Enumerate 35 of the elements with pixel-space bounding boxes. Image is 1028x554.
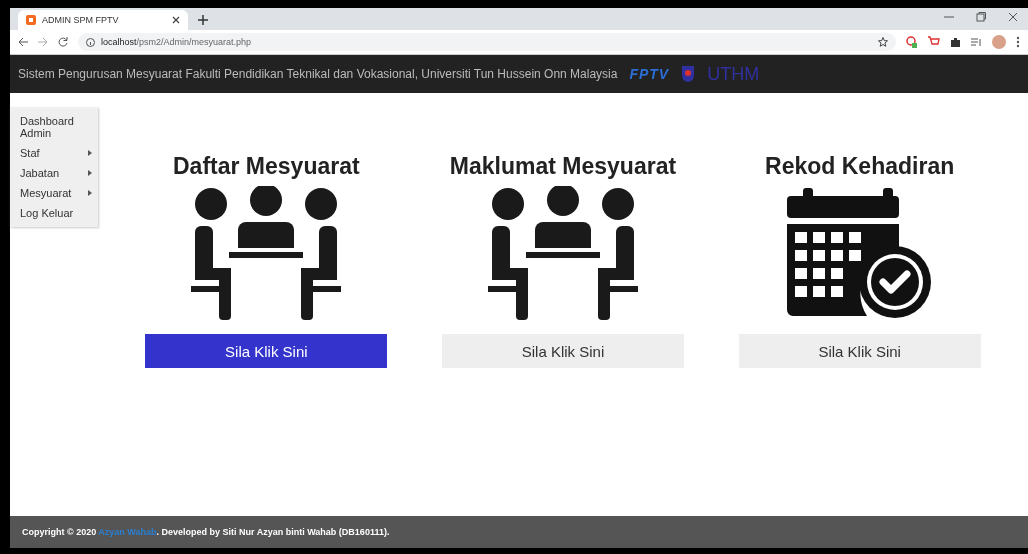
app-icon [26,15,36,25]
click-here-button[interactable]: Sila Klik Sini [738,334,981,368]
info-icon [86,37,95,47]
close-icon[interactable] [1008,12,1018,22]
sidebar-item[interactable]: Mesyuarat [10,183,98,203]
crest-icon [681,65,696,83]
plus-icon[interactable] [198,15,208,25]
card-title: Rekod Kehadiran [765,153,955,180]
caret-icon [88,190,92,196]
click-here-button[interactable]: Sila Klik Sini [145,334,388,368]
meeting-people-icon [488,186,638,322]
extension-icon[interactable] [906,36,918,48]
site-title: Sistem Pengurusan Mesyuarat Fakulti Pendidikan Teknikal dan Vokasional, Universiti Tun Hussein Onn Malaysia [18,67,618,81]
card-title: Daftar Mesyuarat [173,153,360,180]
sidebar-item[interactable]: Dashboard Admin [10,111,98,143]
sidebar-item[interactable]: Log Keluar [10,203,98,223]
back-arrow-icon[interactable] [18,37,28,47]
reload-icon[interactable] [58,37,68,47]
sidebar-item[interactable]: Staf [10,143,98,163]
browser-tab[interactable]: ADMIN SPM FPTV [18,10,188,30]
cart-icon[interactable] [928,36,940,48]
restore-icon[interactable] [976,12,986,22]
copyright-text: Copyright © 2020 Azyan Wahab. Developed by Siti Nur Azyan binti Wahab (DB160111). [22,527,390,537]
caret-icon [88,170,92,176]
meeting-people-icon [191,186,342,322]
caret-icon [88,150,92,156]
click-here-button[interactable]: Sila Klik Sini [442,334,684,368]
faculty-logo: FPTV [629,66,670,82]
sidebar-item[interactable]: Jabatan [10,163,98,183]
star-icon[interactable] [878,37,888,47]
close-icon[interactable] [172,16,180,24]
more-icon[interactable] [1016,36,1020,48]
address-field[interactable]: localhost/psm2/Admin/mesyuarat.php [78,33,896,51]
university-logo: UTHM [707,63,760,85]
card-title: Maklumat Mesyuarat [449,153,677,180]
